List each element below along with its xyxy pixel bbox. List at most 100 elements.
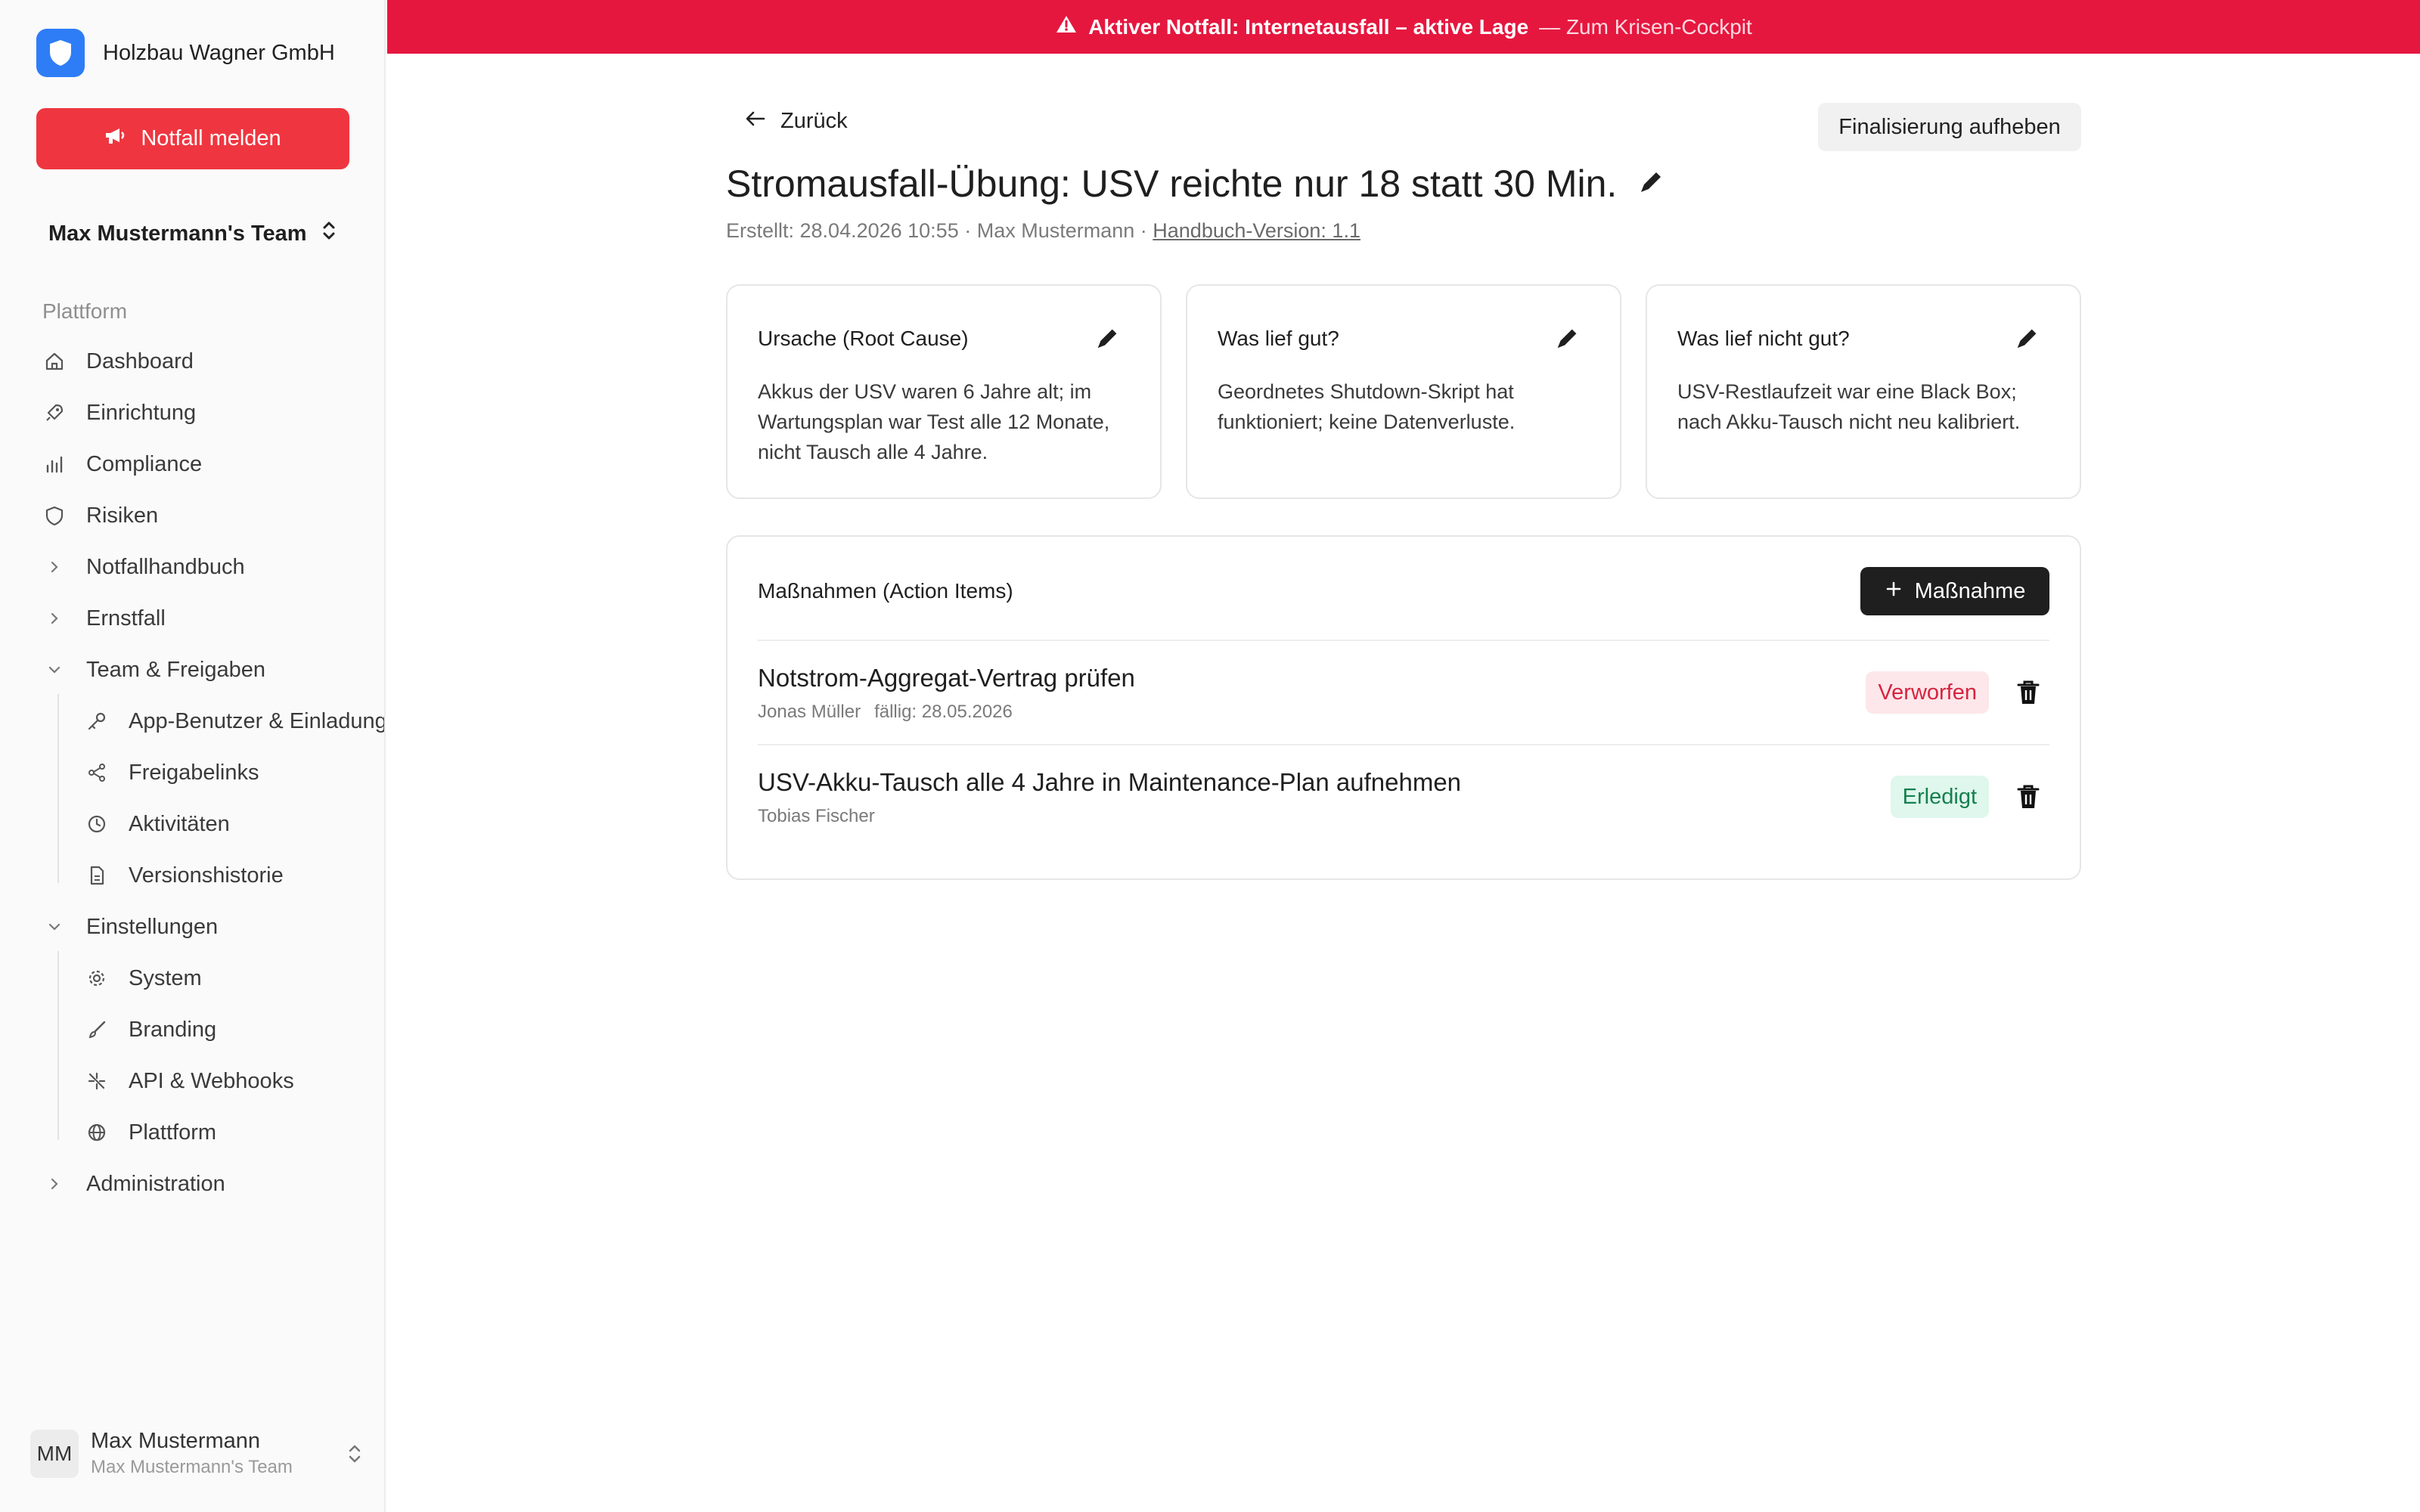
org-brand[interactable]: Holzbau Wagner GmbH xyxy=(36,29,335,77)
sidebar-item-compliance[interactable]: Compliance xyxy=(42,443,202,485)
sidebar-item-einrichtung[interactable]: Einrichtung xyxy=(42,392,196,434)
team-switcher[interactable]: Max Mustermann's Team xyxy=(48,219,337,248)
pencil-icon[interactable] xyxy=(1637,162,1667,206)
chevron-right-icon xyxy=(42,1172,67,1196)
chevrons-updown-icon xyxy=(346,1442,363,1469)
key-icon xyxy=(85,709,109,733)
shield-icon xyxy=(42,503,67,528)
sidebar-item-dashboard[interactable]: Dashboard xyxy=(42,340,194,383)
card-title: Was lief gut? xyxy=(1218,327,1339,350)
card-title: Was lief nicht gut? xyxy=(1677,327,1850,350)
sidebar-item-label: Versionshistorie xyxy=(129,863,284,888)
pencil-icon[interactable] xyxy=(1553,324,1582,356)
unfinalize-button[interactable]: Finalisierung aufheben xyxy=(1818,103,2081,151)
document-icon xyxy=(85,863,109,888)
globe-icon xyxy=(85,1120,109,1145)
alert-text: Aktiver Notfall: Internetausfall – aktiv… xyxy=(1088,14,1529,39)
sidebar-item-notfallhandbuch[interactable]: Notfallhandbuch xyxy=(42,546,245,588)
sidebar-item-label: API & Webhooks xyxy=(129,1068,294,1093)
sidebar-item-team-freigaben[interactable]: Team & Freigaben xyxy=(42,649,265,691)
action-items-title: Maßnahmen (Action Items) xyxy=(758,579,1013,603)
sidebar-item-plattform[interactable]: Plattform xyxy=(85,1111,216,1154)
action-owner: Jonas Müller xyxy=(758,702,861,722)
megaphone-icon xyxy=(104,126,127,152)
card-body: USV-Restlaufzeit war eine Black Box; nac… xyxy=(1677,380,2021,433)
rocket-icon xyxy=(42,401,67,425)
handbook-version-link[interactable]: Handbuch-Version: 1.1 xyxy=(1153,219,1360,242)
status-badge[interactable]: Verworfen xyxy=(1866,671,1989,714)
back-link[interactable]: Zurück xyxy=(744,109,848,134)
went-well-card: Was lief gut? Geordnetes Shutdown-Skript… xyxy=(1186,284,1621,499)
sidebar-item-einstellungen[interactable]: Einstellungen xyxy=(42,906,218,948)
sidebar-item-label: Ernstfall xyxy=(86,606,166,631)
chevrons-updown-icon xyxy=(321,219,337,248)
warning-icon xyxy=(1055,14,1078,39)
root-cause-card: Ursache (Root Cause) Akkus der USV waren… xyxy=(726,284,1162,499)
sidebar-item-system[interactable]: System xyxy=(85,957,202,999)
tree-line xyxy=(57,951,59,1140)
sidebar-item-label: App-Benutzer & Einladungen xyxy=(129,708,386,733)
user-team: Max Mustermann's Team xyxy=(91,1457,293,1477)
nav-section-label: Plattform xyxy=(42,299,128,323)
trash-icon[interactable] xyxy=(2016,679,2040,710)
status-badge[interactable]: Erledigt xyxy=(1890,776,1989,818)
sidebar-item-label: Einstellungen xyxy=(86,914,219,939)
sidebar-item-versionshistorie[interactable]: Versionshistorie xyxy=(85,854,284,897)
add-action-button[interactable]: Maßnahme xyxy=(1860,567,2049,615)
webhook-icon xyxy=(85,1069,109,1093)
team-name: Max Mustermann's Team xyxy=(48,221,307,246)
bar-chart-icon xyxy=(42,452,67,476)
chevron-right-icon xyxy=(42,606,67,631)
sidebar-item-aktivitaeten[interactable]: Aktivitäten xyxy=(85,803,230,845)
shield-logo-icon xyxy=(36,29,85,77)
sidebar-item-branding[interactable]: Branding xyxy=(85,1009,216,1051)
sidebar-item-label: System xyxy=(129,965,202,990)
sidebar-item-label: Team & Freigaben xyxy=(86,657,265,682)
user-name: Max Mustermann xyxy=(91,1429,261,1453)
tree-line xyxy=(57,694,59,883)
sidebar-item-label: Einrichtung xyxy=(86,400,197,425)
sidebar-item-freigabelinks[interactable]: Freigabelinks xyxy=(85,751,259,794)
sidebar-item-label: Risiken xyxy=(86,503,159,528)
back-label: Zurück xyxy=(780,109,848,133)
chevron-down-icon xyxy=(42,915,67,939)
card-body: Geordnetes Shutdown-Skript hat funktioni… xyxy=(1218,380,1516,433)
clock-icon xyxy=(85,812,109,836)
page-meta: Erstellt: 28.04.2026 10:55 · Max Musterm… xyxy=(726,219,1360,243)
pencil-icon[interactable] xyxy=(2013,324,2042,356)
list-item[interactable]: USV-Akku-Tausch alle 4 Jahre in Maintena… xyxy=(758,744,2049,848)
share-icon xyxy=(85,761,109,785)
report-emergency-label: Notfall melden xyxy=(141,126,281,150)
active-emergency-banner[interactable]: Aktiver Notfall: Internetausfall – aktiv… xyxy=(387,0,2420,54)
sidebar-item-administration[interactable]: Administration xyxy=(42,1163,225,1205)
home-icon xyxy=(42,349,67,373)
action-title: Notstrom-Aggregat-Vertrag prüfen xyxy=(758,664,1135,692)
sidebar-item-ernstfall[interactable]: Ernstfall xyxy=(42,597,166,640)
sidebar-item-label: Notfallhandbuch xyxy=(86,554,245,579)
org-name: Holzbau Wagner GmbH xyxy=(103,40,335,65)
sidebar-item-app-benutzer[interactable]: App-Benutzer & Einladungen xyxy=(85,700,386,742)
arrow-left-icon xyxy=(744,109,767,134)
sidebar: Holzbau Wagner GmbH Notfall melden Max M… xyxy=(0,0,386,1512)
list-item[interactable]: Notstrom-Aggregat-Vertrag prüfen Jonas M… xyxy=(758,640,2049,744)
action-title: USV-Akku-Tausch alle 4 Jahre in Maintena… xyxy=(758,768,1462,796)
action-due: fällig: 28.05.2026 xyxy=(874,702,1013,722)
add-action-label: Maßnahme xyxy=(1914,578,2026,603)
chevron-down-icon xyxy=(42,658,67,682)
report-emergency-button[interactable]: Notfall melden xyxy=(36,108,349,169)
avatar: MM xyxy=(30,1429,79,1478)
sidebar-item-risiken[interactable]: Risiken xyxy=(42,494,158,537)
trash-icon[interactable] xyxy=(2016,783,2040,814)
user-menu[interactable]: MM Max Mustermann Max Mustermann's Team xyxy=(30,1429,363,1478)
plus-icon xyxy=(1885,579,1903,604)
chevron-right-icon xyxy=(42,555,67,579)
pencil-icon[interactable] xyxy=(1094,324,1122,356)
page-title-text: Stromausfall-Übung: USV reichte nur 18 s… xyxy=(726,163,1618,205)
sidebar-item-label: Dashboard xyxy=(86,349,194,373)
card-body: Akkus der USV waren 6 Jahre alt; im Wart… xyxy=(758,380,1110,463)
page-title: Stromausfall-Übung: USV reichte nur 18 s… xyxy=(726,162,1667,206)
action-owner: Tobias Fischer xyxy=(758,806,875,826)
sidebar-item-api-webhooks[interactable]: API & Webhooks xyxy=(85,1060,294,1102)
action-items-panel: Maßnahmen (Action Items) Maßnahme Notstr… xyxy=(726,535,2081,880)
crisis-cockpit-link[interactable]: — Zum Krisen-Cockpit xyxy=(1539,15,1752,39)
